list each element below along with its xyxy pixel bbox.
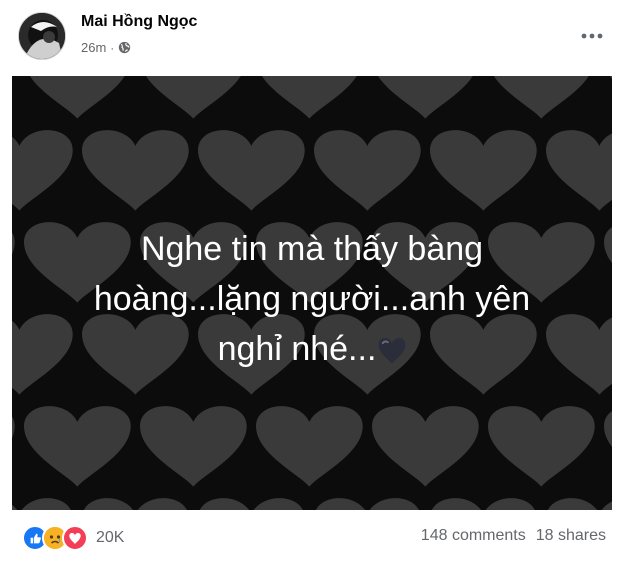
more-options-button[interactable] <box>574 18 610 54</box>
background-heart <box>12 76 15 119</box>
background-heart <box>430 498 537 510</box>
post-message: Nghe tin mà thấy bàng hoàng...lặng người… <box>12 224 612 374</box>
background-heart <box>12 130 73 211</box>
message-line-1: Nghe tin mà thấy bàng <box>140 230 484 268</box>
post-card: Mai Hồng Ngọc 26m · Nghe tin mà thấy bàn… <box>0 0 624 565</box>
avatar[interactable] <box>18 12 66 60</box>
background-heart <box>604 406 612 487</box>
background-heart <box>198 498 305 510</box>
comments-count[interactable]: 148 comments <box>421 527 526 545</box>
background-heart <box>24 406 131 487</box>
background-heart <box>488 406 595 487</box>
background-heart <box>314 130 421 211</box>
post-footer: 20K 148 comments 18 shares <box>0 512 624 565</box>
background-heart <box>256 406 363 487</box>
background-heart <box>546 498 612 510</box>
background-heart <box>372 406 479 487</box>
more-horizontal-icon <box>581 33 603 39</box>
post-time[interactable]: 26m <box>81 40 106 55</box>
reaction-count[interactable]: 20K <box>96 529 124 547</box>
message-line-2: hoàng...lặng người...anh yên <box>93 280 531 318</box>
background-heart <box>256 76 363 119</box>
post-stats: 148 comments 18 shares <box>421 527 606 545</box>
globe-icon[interactable] <box>118 41 131 54</box>
background-heart <box>430 130 537 211</box>
author-name[interactable]: Mai Hồng Ngọc <box>81 13 197 31</box>
background-heart <box>198 130 305 211</box>
black-heart-icon <box>378 328 406 364</box>
reaction-summary[interactable]: 20K <box>22 525 124 551</box>
background-heart <box>140 76 247 119</box>
background-heart <box>488 76 595 119</box>
background-heart <box>314 498 421 510</box>
love-reaction-icon <box>62 525 88 551</box>
background-heart <box>546 130 612 211</box>
meta-separator: · <box>110 40 115 55</box>
background-heart <box>82 498 189 510</box>
background-heart <box>24 76 131 119</box>
post-background-banner: Nghe tin mà thấy bàng hoàng...lặng người… <box>12 76 612 510</box>
background-heart <box>372 76 479 119</box>
shares-count[interactable]: 18 shares <box>536 527 606 545</box>
background-heart <box>12 406 15 487</box>
background-heart <box>82 130 189 211</box>
background-heart <box>140 406 247 487</box>
message-line-3: nghỉ nhé... <box>12 324 612 374</box>
post-header: Mai Hồng Ngọc 26m · <box>0 0 624 76</box>
post-meta: 26m · <box>81 40 131 55</box>
background-heart <box>12 498 73 510</box>
background-heart <box>604 76 612 119</box>
message-line-3-text: nghỉ nhé... <box>217 330 377 368</box>
